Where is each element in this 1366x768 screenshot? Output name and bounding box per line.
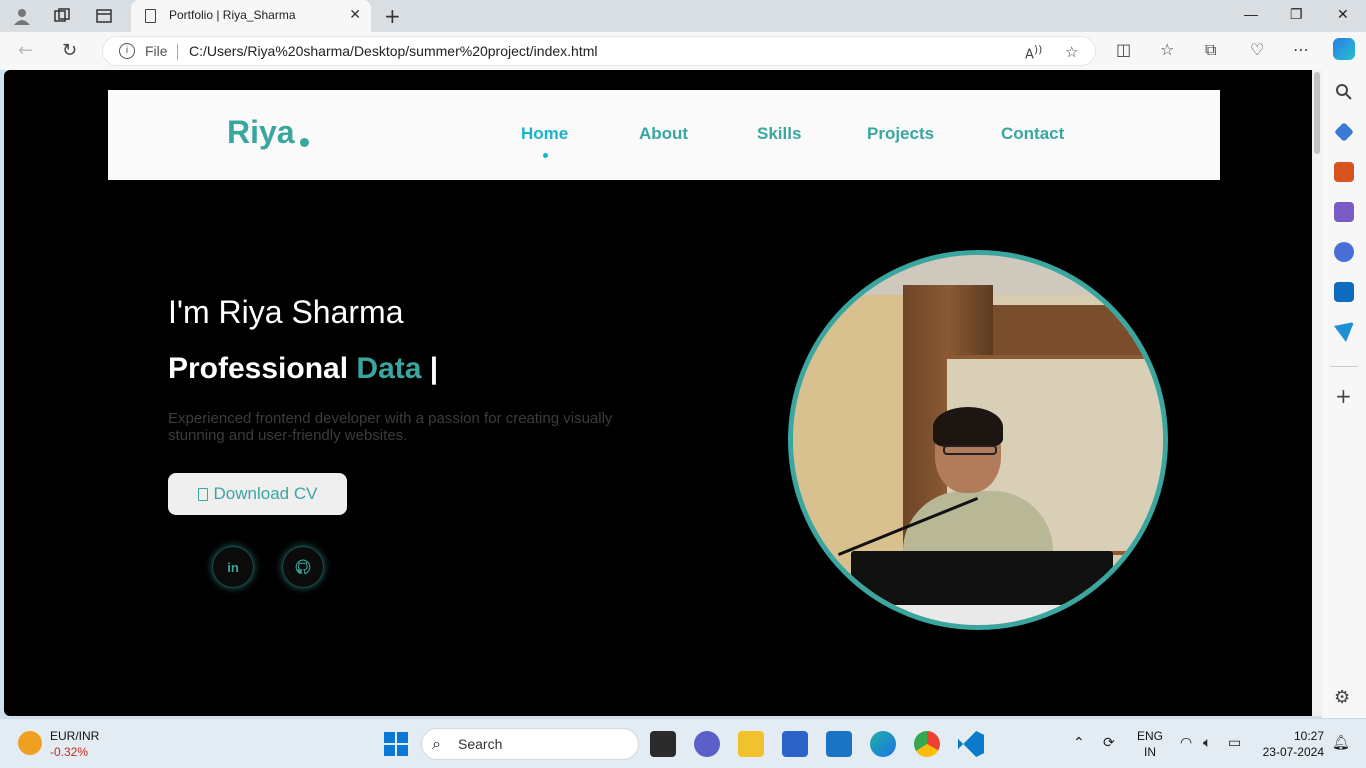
store-icon[interactable] xyxy=(782,731,808,757)
search-placeholder: Search xyxy=(458,736,503,752)
ticker-change: -0.32% xyxy=(50,745,89,759)
battery-icon[interactable]: ▭ xyxy=(1228,735,1241,751)
edge-icon[interactable] xyxy=(870,731,896,757)
copilot-icon[interactable] xyxy=(1333,38,1355,60)
taskbar: EUR/INR -0.32% ⌕ Search ⌃ ⟳ ENG IN ◠ 🔈︎ … xyxy=(0,718,1366,768)
address-bar-row: ← ↻ i File C:/Users/Riya%20sharma/Deskto… xyxy=(0,32,1366,70)
profile-icon[interactable] xyxy=(12,6,32,26)
scrollbar-thumb[interactable] xyxy=(1314,72,1320,154)
divider xyxy=(177,44,178,60)
drop-icon[interactable] xyxy=(1334,322,1354,342)
nav-skills[interactable]: Skills xyxy=(757,124,801,144)
site-header: Riya Home About Skills Projects Contact xyxy=(108,90,1220,180)
sidebar-divider xyxy=(1330,366,1358,367)
info-icon[interactable]: i xyxy=(119,43,135,59)
volume-icon[interactable]: 🔈︎ xyxy=(1203,735,1211,751)
github-icon[interactable] xyxy=(282,546,324,588)
search-icon[interactable] xyxy=(1334,82,1354,102)
download-cv-button[interactable]: Download CV xyxy=(168,473,347,515)
profile-photo xyxy=(788,250,1168,630)
profession-accent: Data xyxy=(356,352,422,385)
mail-icon[interactable] xyxy=(826,731,852,757)
chrome-icon[interactable] xyxy=(914,731,940,757)
active-tab[interactable]: Portfolio | Riya_Sharma ✕ xyxy=(131,0,371,32)
active-indicator xyxy=(543,153,548,158)
microsoft-365-icon[interactable] xyxy=(1334,242,1354,262)
vscode-icon[interactable] xyxy=(958,731,984,757)
back-icon[interactable]: ← xyxy=(18,40,33,61)
site-info-label[interactable]: File xyxy=(145,43,168,59)
split-screen-icon[interactable]: ◫ xyxy=(1116,40,1131,59)
close-window-icon[interactable]: ✕ xyxy=(1337,6,1349,23)
collections-icon[interactable]: ⧉ xyxy=(1205,40,1216,60)
edge-sidebar: + ⚙ xyxy=(1322,70,1366,718)
hero-profession: Professional Data | xyxy=(168,352,438,386)
new-tab-icon[interactable]: + xyxy=(384,4,401,28)
tab-title: Portfolio | Riya_Sharma xyxy=(169,8,296,22)
start-icon[interactable] xyxy=(383,731,409,757)
search-icon: ⌕ xyxy=(432,734,441,753)
minimize-icon[interactable]: — xyxy=(1244,6,1258,22)
nav-contact[interactable]: Contact xyxy=(1001,124,1064,144)
show-hidden-icons-icon[interactable]: ⌃ xyxy=(1073,735,1085,751)
hero-description: Experienced frontend developer with a pa… xyxy=(168,410,613,444)
address-bar[interactable]: i File C:/Users/Riya%20sharma/Desktop/su… xyxy=(102,36,1096,66)
close-tab-icon[interactable]: ✕ xyxy=(349,7,361,23)
shopping-icon[interactable] xyxy=(1334,122,1354,142)
refresh-icon[interactable]: ↻ xyxy=(62,40,77,61)
wifi-icon[interactable]: ◠ xyxy=(1180,735,1192,751)
notifications-icon[interactable]: 🔔︎ xyxy=(1332,735,1350,751)
read-aloud-icon[interactable]: A)) xyxy=(1025,43,1042,62)
download-cv-label: Download CV xyxy=(213,484,318,503)
currency-widget-icon[interactable] xyxy=(18,731,42,755)
ticker-label[interactable]: EUR/INR xyxy=(50,729,99,743)
clock-date[interactable]: 23-07-2024 xyxy=(1252,745,1324,759)
restore-icon[interactable]: ❐ xyxy=(1290,6,1303,23)
url-text[interactable]: C:/Users/Riya%20sharma/Desktop/summer%20… xyxy=(189,43,597,59)
more-menu-icon[interactable]: ⋯ xyxy=(1293,40,1309,59)
games-icon[interactable] xyxy=(1334,202,1354,222)
nav-about[interactable]: About xyxy=(639,124,688,144)
tab-bar: Portfolio | Riya_Sharma ✕ + — ❐ ✕ xyxy=(0,0,1366,32)
hero-greeting: I'm Riya Sharma xyxy=(168,294,404,330)
tab-actions-icon[interactable] xyxy=(94,6,114,26)
profession-prefix: Professional xyxy=(168,352,349,385)
page-icon xyxy=(145,9,156,23)
tools-icon[interactable] xyxy=(1334,162,1354,182)
taskbar-search[interactable]: ⌕ Search xyxy=(421,728,639,760)
nav-projects[interactable]: Projects xyxy=(867,124,934,144)
typing-cursor: | xyxy=(429,352,439,385)
linkedin-icon[interactable]: in xyxy=(212,546,254,588)
logo-dot xyxy=(300,138,309,147)
settings-gear-icon[interactable]: ⚙ xyxy=(1334,687,1350,708)
sync-icon[interactable]: ⟳ xyxy=(1103,735,1115,751)
nav-home[interactable]: Home xyxy=(521,124,568,144)
outlook-icon[interactable] xyxy=(1334,282,1354,302)
page-scrollbar[interactable] xyxy=(1312,70,1322,716)
clock-time[interactable]: 10:27 xyxy=(1262,729,1324,743)
document-icon xyxy=(197,487,208,501)
favorite-star-icon[interactable]: ☆ xyxy=(1065,43,1078,61)
task-view-icon[interactable] xyxy=(650,731,676,757)
site-logo[interactable]: Riya xyxy=(227,114,295,151)
file-explorer-icon[interactable] xyxy=(738,731,764,757)
favorites-icon[interactable]: ☆ xyxy=(1160,40,1174,59)
page-viewport: Riya Home About Skills Projects Contact … xyxy=(4,70,1312,716)
add-icon[interactable]: + xyxy=(1335,384,1352,408)
chat-icon[interactable] xyxy=(694,731,720,757)
browser-essentials-icon[interactable]: ♡ xyxy=(1250,40,1264,59)
language-indicator[interactable]: ENG xyxy=(1136,729,1164,743)
region-indicator[interactable]: IN xyxy=(1136,745,1164,759)
workspaces-icon[interactable] xyxy=(52,6,72,26)
